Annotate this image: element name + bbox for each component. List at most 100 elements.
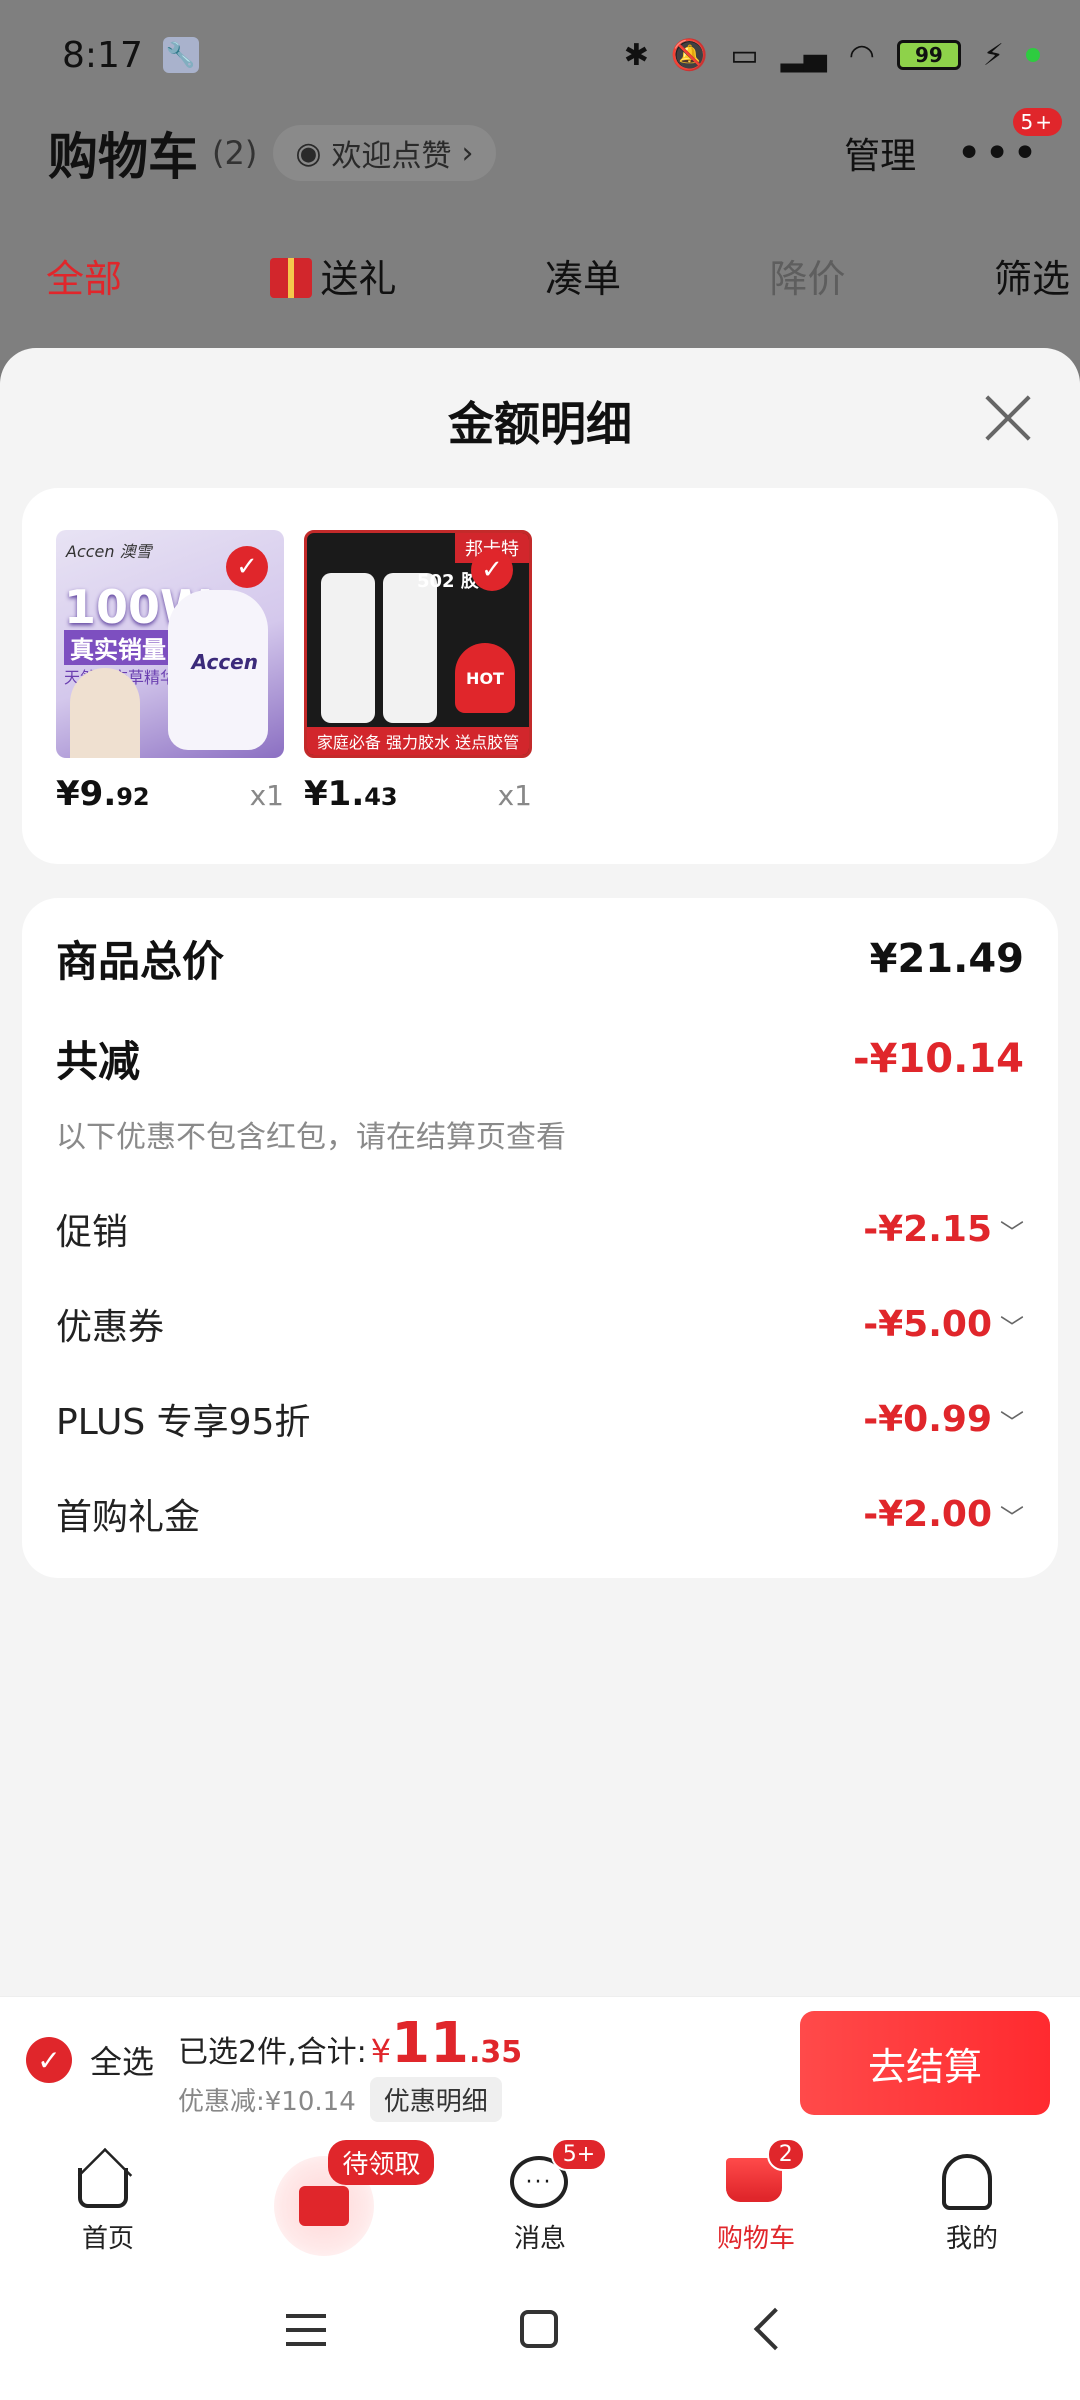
close-icon[interactable]: [980, 388, 1036, 444]
tab-home-label: 首页: [81, 2224, 134, 2254]
tab-coupon[interactable]: 待领取: [216, 2132, 435, 2262]
cart-count: (2): [212, 134, 258, 172]
system-nav-bar: [0, 2262, 1080, 2400]
chevron-down-icon: ﹀: [1000, 1218, 1024, 1247]
selected-text: 已选2件,合计:: [178, 2035, 367, 2070]
check-icon: ✓: [226, 546, 268, 588]
discount-item-label: 促销: [56, 1212, 129, 1253]
discount-row: 共减 -¥10.14: [56, 1028, 1024, 1089]
discount-value: -¥10.14: [853, 1035, 1024, 1082]
eye-icon: ◉: [295, 135, 322, 171]
total-dec: .35: [469, 2035, 523, 2070]
price-dec: 92: [116, 783, 150, 811]
chevron-down-icon: ﹀: [1000, 1503, 1024, 1532]
product-tag: 真实销量: [64, 630, 172, 665]
glue-tube: [321, 573, 375, 723]
product-banner: 家庭必备 强力胶水 送点胶管: [307, 727, 529, 755]
checkout-total: 已选2件,合计: ¥ 11 .35: [178, 2011, 522, 2076]
cart-header: 购物车 (2) ◉ 欢迎点赞 › 管理 ••• 5+: [48, 107, 1062, 188]
tab-messages-label: 消息: [513, 2224, 566, 2254]
total-row: 商品总价 ¥21.49: [56, 928, 1024, 989]
signal-icon: ▂▄: [780, 37, 827, 73]
saved-amount: 优惠减:¥10.14: [178, 2087, 356, 2117]
discount-item-label: PLUS 专享95折: [56, 1402, 311, 1443]
bluetooth-icon: ✱: [623, 37, 649, 73]
charging-icon: ⚡: [982, 37, 1004, 73]
price-int: ¥1.: [304, 774, 365, 814]
wifi-icon: ◠: [848, 37, 875, 73]
coupon-tag: 待领取: [328, 2140, 435, 2185]
manage-button[interactable]: 管理: [844, 127, 916, 179]
like-pill[interactable]: ◉ 欢迎点赞 ›: [273, 125, 496, 181]
checkout-button[interactable]: 去结算: [800, 2011, 1050, 2115]
tab-cart[interactable]: 2 购物车: [648, 2132, 864, 2262]
wrench-icon: 🔧: [162, 37, 199, 73]
discount-detail-button[interactable]: 优惠明细: [369, 2077, 502, 2122]
product-qty: x1: [249, 779, 284, 812]
like-pill-label: 欢迎点赞: [331, 139, 452, 174]
cart-badge: 2: [766, 2138, 805, 2171]
more-badge: 5+: [1012, 107, 1062, 136]
home-icon: [78, 2168, 128, 2208]
total-int: 11: [391, 2011, 470, 2076]
dimmed-background: 8:17 🔧 ✱ 🔕 ▭ ▂▄ ◠ 99 ⚡ 购物车 (2) ◉ 欢迎点赞 › …: [0, 0, 1080, 360]
discount-item-promo[interactable]: 促销 -¥2.15 ﹀: [56, 1203, 1024, 1255]
product-image: 邦卡特 502 胶 HOT 家庭必备 强力胶水 送点胶管 ✓: [304, 530, 532, 758]
chevron-down-icon: ﹀: [1000, 1313, 1024, 1342]
home-square-icon[interactable]: [520, 2310, 558, 2348]
product-price: ¥1.43: [304, 774, 398, 814]
tab-gift[interactable]: 送礼: [270, 248, 397, 303]
product-item[interactable]: 邦卡特 502 胶 HOT 家庭必备 强力胶水 送点胶管 ✓ ¥1.43 x1: [304, 530, 532, 814]
more-button[interactable]: ••• 5+: [956, 107, 1062, 179]
total-value: ¥21.49: [869, 935, 1024, 982]
tab-cart-label: 购物车: [716, 2224, 795, 2254]
mute-icon: 🔕: [670, 37, 709, 73]
gift-icon: [270, 258, 313, 298]
tab-home[interactable]: 首页: [0, 2132, 216, 2262]
price-int: ¥9.: [56, 774, 117, 814]
page-title: 购物车: [48, 128, 198, 186]
tab-bundle[interactable]: 凑单: [545, 248, 621, 303]
savings-info: 优惠减:¥10.14 优惠明细: [178, 2077, 502, 2122]
tab-me[interactable]: 我的: [864, 2132, 1080, 2262]
check-icon: ✓: [471, 549, 513, 591]
select-all-toggle[interactable]: ✓ 全选: [26, 2037, 154, 2083]
checkout-bar: ✓ 全选 已选2件,合计: ¥ 11 .35 优惠减:¥10.14 优惠明细 去…: [0, 1996, 1080, 2132]
discount-item-plus[interactable]: PLUS 专享95折 -¥0.99 ﹀: [56, 1393, 1024, 1445]
discount-item-value: -¥5.00: [863, 1303, 992, 1345]
laptop-icon: ▭: [730, 37, 759, 73]
discount-item-label: 优惠券: [56, 1307, 165, 1348]
chevron-down-icon: ﹀: [1000, 1408, 1024, 1437]
amount-detail-sheet: 金额明细 Accen 澳雪 100W 真实销量 天然薰衣草精华 Accen ✓ …: [0, 348, 1080, 1996]
bottom-tab-bar: 首页 待领取 ··· 5+ 消息 2 购物车 我的: [0, 2132, 1080, 2262]
tab-price-drop[interactable]: 降价: [769, 248, 845, 303]
product-price: ¥9.92: [56, 774, 150, 814]
battery-icon: 99: [896, 40, 961, 70]
chevron-right-icon: ›: [461, 135, 474, 171]
select-all-label: 全选: [90, 2043, 155, 2081]
status-bar: 8:17 🔧 ✱ 🔕 ▭ ▂▄ ◠ 99 ⚡: [62, 30, 1040, 80]
discount-item-coupon[interactable]: 优惠券 -¥5.00 ﹀: [56, 1298, 1024, 1350]
product-card: Accen 澳雪 100W 真实销量 天然薰衣草精华 Accen ✓ ¥9.92…: [22, 488, 1058, 864]
price-summary-card: 商品总价 ¥21.49 共减 -¥10.14 以下优惠不包含红包，请在结算页查看…: [22, 898, 1058, 1578]
privacy-dot: [1026, 48, 1040, 62]
person-figure: [70, 668, 140, 758]
total-label: 商品总价: [56, 937, 225, 986]
currency-symbol: ¥: [370, 2032, 392, 2070]
back-icon[interactable]: [753, 2307, 797, 2351]
product-brand: Accen 澳雪: [66, 542, 152, 561]
discount-item-value: -¥2.15: [863, 1208, 992, 1250]
tab-messages[interactable]: ··· 5+ 消息: [432, 2132, 648, 2262]
product-item[interactable]: Accen 澳雪 100W 真实销量 天然薰衣草精华 Accen ✓ ¥9.92…: [56, 530, 284, 814]
filter-tabs: 全部 送礼 凑单 降价 筛选: [46, 248, 1070, 303]
menu-icon[interactable]: [286, 2314, 326, 2346]
tab-gift-label: 送礼: [320, 257, 397, 301]
bottle-label: Accen: [191, 650, 258, 674]
discount-label: 共减: [56, 1037, 141, 1086]
discount-item-first-buy[interactable]: 首购礼金 -¥2.00 ﹀: [56, 1488, 1024, 1540]
tab-all[interactable]: 全部: [46, 248, 122, 303]
tab-filter[interactable]: 筛选: [994, 248, 1070, 303]
messages-badge: 5+: [550, 2138, 608, 2171]
product-image: Accen 澳雪 100W 真实销量 天然薰衣草精华 Accen ✓: [56, 530, 284, 758]
discount-item-value: -¥2.00: [863, 1493, 992, 1535]
